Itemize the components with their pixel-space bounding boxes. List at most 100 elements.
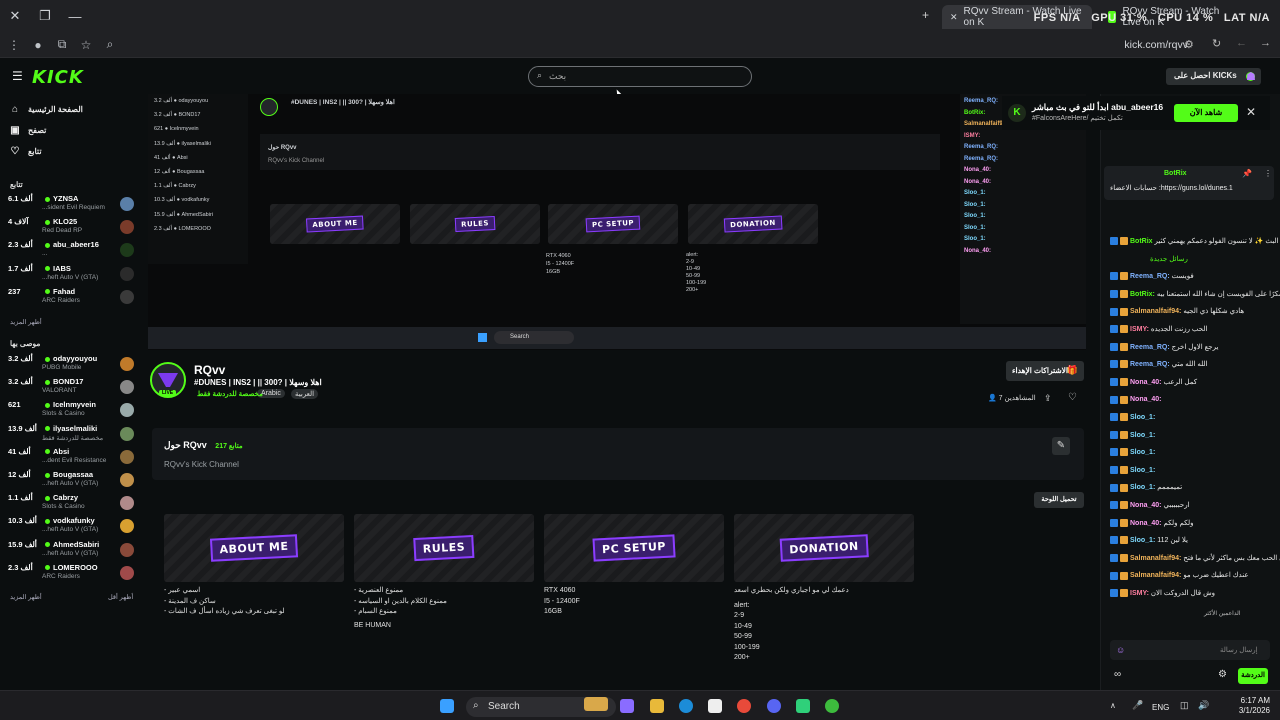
chat-username[interactable]: Sloo_1: bbox=[1130, 467, 1155, 474]
extensions-icon[interactable]: ⧉ bbox=[50, 37, 74, 52]
restore-window-icon[interactable]: ❐ bbox=[30, 0, 60, 32]
channel-avatar bbox=[120, 380, 134, 395]
sidebar-channel-item[interactable]: 41 ألف Absi ...dent Evil Resistance bbox=[8, 447, 136, 469]
chat-username[interactable]: Reema_RQ: bbox=[1130, 273, 1170, 280]
sidebar-channel-item[interactable]: 621 Icelnmyvein Slots & Casino bbox=[8, 400, 136, 422]
windows-start-icon[interactable] bbox=[440, 699, 454, 713]
sidebar-channel-item[interactable]: 3.2 ألف odayyouyou PUBG Mobile bbox=[8, 354, 136, 376]
xbox-icon[interactable] bbox=[825, 699, 839, 713]
chat-username[interactable]: Salmanalfaif94: bbox=[1130, 555, 1181, 562]
chat-username[interactable]: Salmanalfaif94: bbox=[1130, 572, 1181, 579]
close-notification-icon[interactable]: ✕ bbox=[1246, 105, 1256, 119]
channel-category: VALORANT bbox=[42, 387, 77, 395]
gift-subs-button[interactable]: الاشتراكات الإهداء 🎁 bbox=[1006, 361, 1084, 381]
edge-icon[interactable] bbox=[679, 699, 693, 713]
search-input[interactable]: ⌕ بحث bbox=[528, 66, 752, 87]
chat-username[interactable]: Nona_40: bbox=[1130, 502, 1162, 509]
sidebar-channel-item[interactable]: 15.9 ألف AhmedSabiri ...heft Auto V (GTA) bbox=[8, 540, 136, 562]
store-icon[interactable] bbox=[708, 699, 722, 713]
forward-icon[interactable]: ← bbox=[1236, 37, 1247, 49]
widgets-icon[interactable] bbox=[584, 697, 608, 711]
badge-icon bbox=[1110, 553, 1118, 562]
sidebar-channel-item[interactable]: 3.2 ألف BOND17 VALORANT bbox=[8, 377, 136, 399]
minimize-window-icon[interactable]: — bbox=[60, 0, 90, 32]
chat-username[interactable]: Sloo_1: bbox=[1130, 449, 1155, 456]
zoom-icon[interactable]: ⌕ bbox=[98, 37, 122, 52]
gear-icon[interactable]: ⚙ bbox=[1218, 669, 1227, 680]
chat-username[interactable]: BotRix bbox=[1130, 238, 1153, 245]
nav-browse[interactable]: ▣ تصفح bbox=[10, 125, 46, 136]
chat-username[interactable]: Reema_RQ: bbox=[1130, 344, 1170, 351]
follow-heart-icon[interactable]: ♡ bbox=[1068, 392, 1077, 403]
stream-mirror-avatar bbox=[260, 98, 278, 116]
tray-chevron-icon[interactable]: ∧ bbox=[1110, 701, 1116, 710]
back-icon[interactable]: → bbox=[1260, 37, 1271, 49]
hamburger-menu-icon[interactable]: ☰ bbox=[12, 69, 23, 83]
chat-settings-icon[interactable]: ∞ bbox=[1114, 669, 1121, 680]
tag-arabic-native[interactable]: العربية bbox=[291, 389, 319, 399]
chat-username[interactable]: BotRix: bbox=[1130, 291, 1155, 298]
chat-username[interactable]: Sloo_1: bbox=[1130, 432, 1155, 439]
show-more-recommended[interactable]: أظهر المزيد bbox=[10, 593, 42, 601]
share-icon[interactable]: ⇪ bbox=[1044, 393, 1052, 404]
discord-icon[interactable] bbox=[767, 699, 781, 713]
show-less-recommended[interactable]: أظهر أقل bbox=[108, 593, 133, 601]
chat-username[interactable]: Reema_RQ: bbox=[1130, 361, 1170, 368]
chat-username[interactable]: Nona_40: bbox=[1130, 520, 1162, 527]
sidebar-channel-item[interactable]: 4 آلاف KLO25 Red Dead RP bbox=[8, 217, 136, 239]
chat-username[interactable]: ISMY: bbox=[1130, 326, 1149, 333]
more-options-icon[interactable]: ⋮ bbox=[1264, 169, 1272, 178]
sidebar-channel-item[interactable]: 2.3 ألف abu_abeer16... bbox=[8, 240, 136, 262]
sidebar-channel-item[interactable]: 12 ألف Bougassaa ...heft Auto V (GTA) bbox=[8, 470, 136, 492]
sidebar-channel-item[interactable]: 10.3 ألف vodkafunky ...heft Auto V (GTA) bbox=[8, 516, 136, 538]
chrome-icon[interactable] bbox=[737, 699, 751, 713]
close-tab-icon[interactable]: ✕ bbox=[950, 12, 958, 23]
edit-about-button[interactable]: ✎ bbox=[1052, 437, 1070, 455]
channel-avatar bbox=[120, 289, 134, 304]
sidebar-channel-item[interactable]: 6.1 ألف YZNSA ...sident Evil Requiem bbox=[8, 194, 136, 216]
chat-username[interactable]: Sloo_1: bbox=[1130, 484, 1155, 491]
url-field[interactable]: kick.com/rqvv bbox=[1124, 39, 1188, 51]
mic-icon[interactable]: 🎤 bbox=[1132, 700, 1143, 711]
sidebar-channel-item[interactable]: 237 Fahad ARC Raiders bbox=[8, 287, 136, 309]
edit-panels-button[interactable]: تحميل اللوحة bbox=[1034, 492, 1084, 508]
sidebar-channel-item[interactable]: 1.7 ألف IABS ...heft Auto V (GTA) bbox=[8, 264, 136, 286]
chat-username[interactable]: Salmanalfaif94: bbox=[1130, 308, 1181, 315]
chat-input[interactable]: إرسال رسالة bbox=[1110, 640, 1270, 660]
chat-username[interactable]: ISMY: bbox=[1130, 590, 1149, 597]
profile-icon[interactable]: ● bbox=[26, 38, 50, 52]
clock[interactable]: 6:17 AM 3/1/2026 bbox=[1239, 696, 1270, 716]
sidebar-channel-item[interactable]: 13.9 ألف ilyaselmaliki مخصصة للدردشة فقط bbox=[8, 424, 136, 446]
sidebar-channel-item[interactable]: 1.1 ألف Cabrzy Slots & Casino bbox=[8, 493, 136, 515]
reload-icon[interactable]: ↻ bbox=[1212, 37, 1221, 50]
chat-username[interactable]: Nona_40: bbox=[1130, 379, 1162, 386]
user-menu-icon[interactable]: ☗ bbox=[1246, 70, 1256, 83]
new-tab-icon[interactable]: + bbox=[922, 8, 929, 22]
chat-username[interactable]: Sloo_1: bbox=[1130, 537, 1155, 544]
kick-logo[interactable]: KICK bbox=[32, 67, 84, 88]
app-icon[interactable] bbox=[796, 699, 810, 713]
chat-username[interactable]: Nona_40: bbox=[1130, 396, 1162, 403]
watch-now-button[interactable]: شاهد الآن bbox=[1174, 104, 1238, 122]
stream-category[interactable]: مخصصة للدردشة فقط bbox=[197, 390, 263, 398]
site-settings-icon[interactable]: ⚙ bbox=[1184, 38, 1194, 51]
menu-dots-icon[interactable]: ⋮ bbox=[2, 38, 26, 52]
bookmark-star-icon[interactable]: ☆ bbox=[74, 38, 98, 52]
video-player[interactable]: 3.2 ألف ● odayyouyou 3.2 ألف ● BOND17 621 … bbox=[148, 94, 1086, 350]
badge-icon bbox=[1110, 571, 1118, 580]
show-more-following[interactable]: أظهر المزيد bbox=[10, 318, 42, 326]
copilot-icon[interactable] bbox=[620, 699, 634, 713]
nav-home[interactable]: ⌂ الصفحة الرئيسية bbox=[10, 104, 83, 115]
network-icon[interactable]: ◫ bbox=[1180, 700, 1189, 711]
channel-name[interactable]: RQvv bbox=[194, 363, 225, 377]
file-explorer-icon[interactable] bbox=[650, 699, 664, 713]
volume-icon[interactable]: 🔊 bbox=[1198, 700, 1209, 711]
chat-username[interactable]: Sloo_1: bbox=[1130, 414, 1155, 421]
chat-message: ISMY: الحب رزنت الجديده bbox=[1110, 324, 1207, 336]
emote-icon[interactable]: ☺ bbox=[1116, 645, 1125, 655]
nav-following[interactable]: ♡ تتابع bbox=[10, 146, 42, 157]
chat-send-button[interactable]: الدردشة bbox=[1238, 668, 1268, 684]
close-window-icon[interactable]: ✕ bbox=[0, 0, 30, 32]
sidebar-channel-item[interactable]: 2.3 ألف LOMEROOO ARC Raiders bbox=[8, 563, 136, 585]
language-indicator[interactable]: ENG bbox=[1152, 703, 1169, 712]
